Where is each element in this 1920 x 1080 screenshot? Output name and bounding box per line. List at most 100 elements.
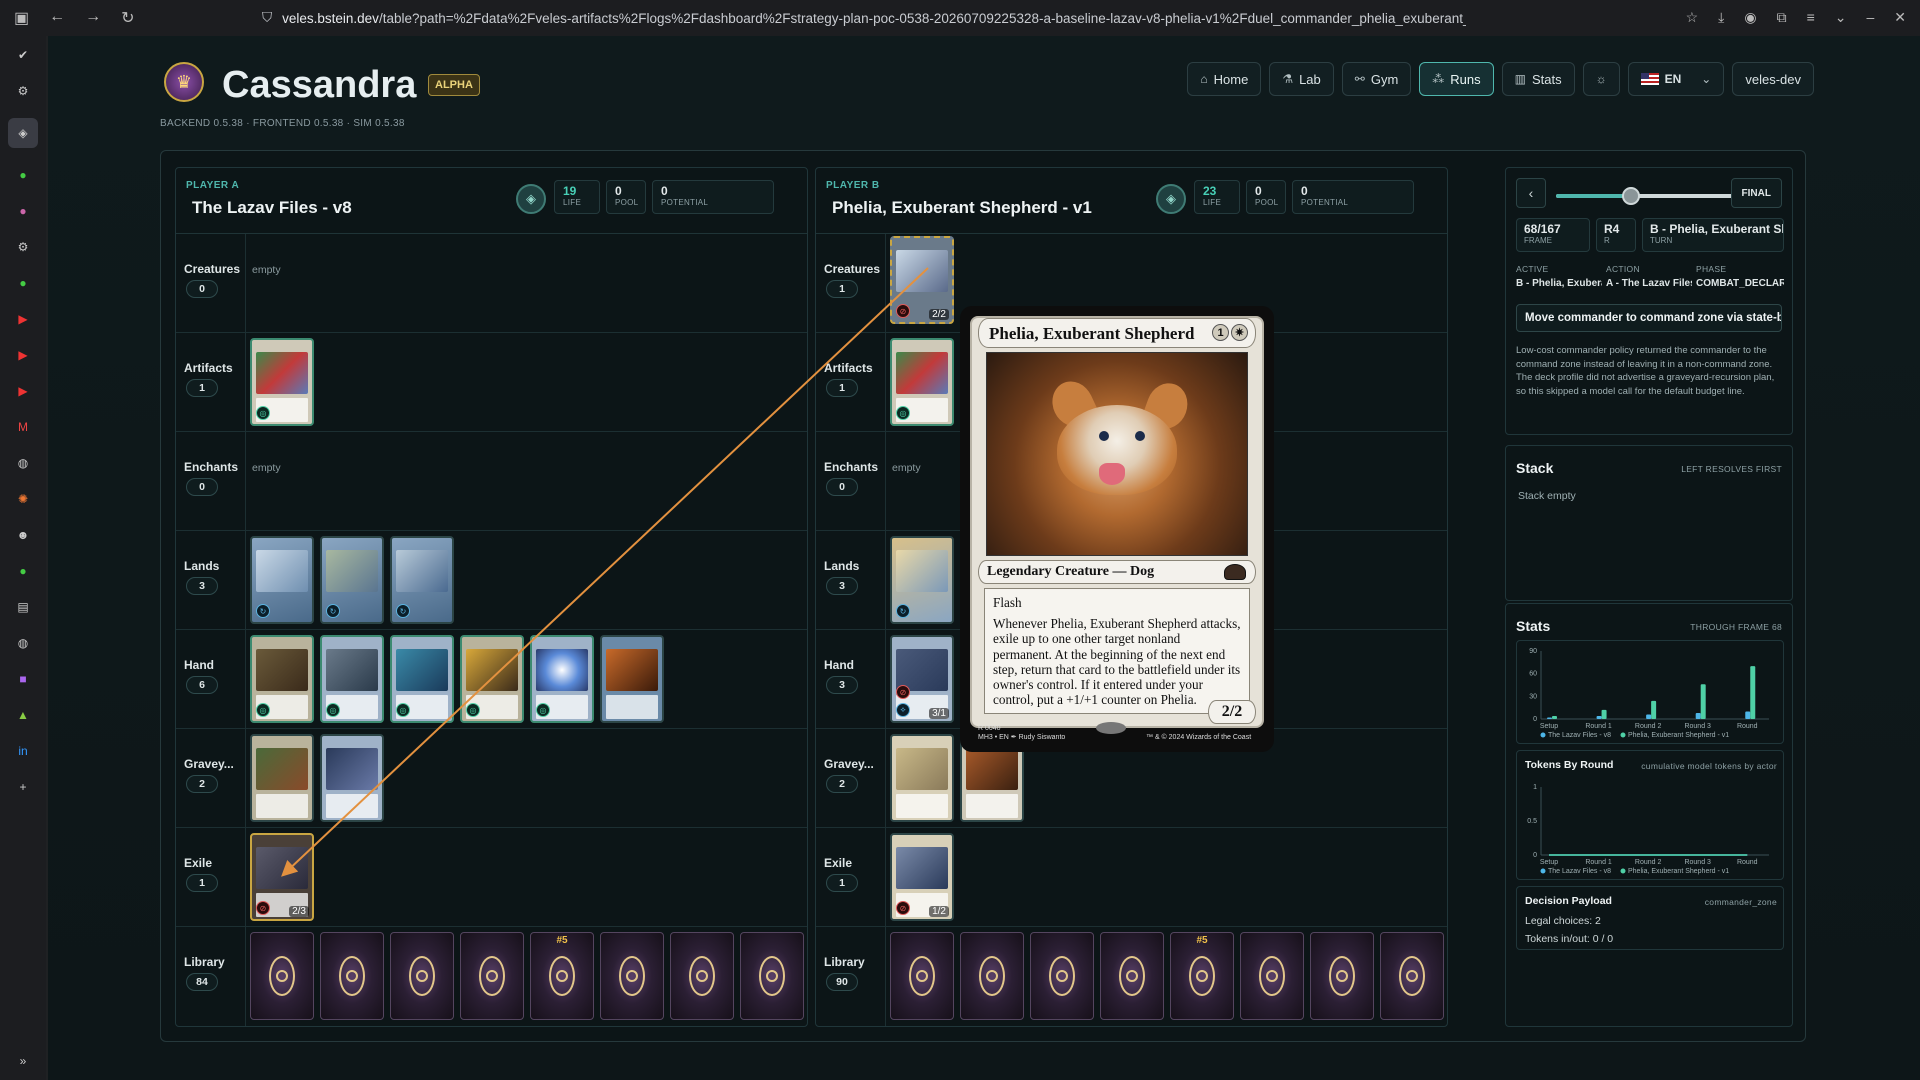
gear-icon[interactable]: ⚙ (14, 238, 32, 256)
user-button[interactable]: veles-dev (1732, 62, 1814, 96)
stack-box: Stack LEFT RESOLVES FIRST Stack empty (1505, 445, 1793, 601)
linkedin-icon[interactable]: in (14, 742, 32, 760)
card[interactable]: ⟡ ⊘ 3/1 (890, 635, 954, 723)
tab-icon[interactable]: ● (14, 274, 32, 292)
tab-icon[interactable]: ✔ (14, 46, 32, 64)
card[interactable]: ◎ (460, 635, 524, 723)
card[interactable]: ⊘ 2/3 (250, 833, 314, 921)
card[interactable] (320, 734, 384, 822)
library-card[interactable] (320, 932, 384, 1020)
player-b-avatar[interactable]: ◈ (1156, 184, 1186, 214)
card[interactable]: ◎ (320, 635, 384, 723)
card[interactable] (250, 734, 314, 822)
nav-home-button[interactable]: ⌂ Home (1187, 62, 1262, 96)
card[interactable]: ◎ (890, 338, 954, 426)
top-nav: ⌂ Home ⚗ Lab ⚯ Gym ⁂ Runs ▥ Stats ☼ EN ⌄ veles… (1187, 62, 1814, 96)
minimize-icon[interactable]: – (1866, 9, 1874, 26)
card[interactable]: ◎ (390, 635, 454, 723)
tab-icon[interactable]: ● (14, 166, 32, 184)
card[interactable]: ⊘ 2/2 (890, 236, 954, 324)
library-card[interactable] (1100, 932, 1164, 1020)
nav-gym-label: Gym (1370, 71, 1399, 87)
nav-lab-button[interactable]: ⚗ Lab (1269, 62, 1334, 96)
card[interactable]: ◎ (530, 635, 594, 723)
tab-icon[interactable]: ☻ (14, 526, 32, 544)
address-bar[interactable]: ⛉ veles.bstein.dev/table?path=%2Fdata%2F… (262, 7, 1466, 29)
library-card[interactable] (740, 932, 804, 1020)
tab-icon[interactable]: ▲ (14, 706, 32, 724)
frame-slider-knob[interactable] (1621, 187, 1640, 205)
close-icon[interactable]: ✕ (1894, 9, 1906, 26)
account-icon[interactable]: ◉ (1744, 9, 1756, 26)
youtube-icon[interactable]: ▶ (14, 346, 32, 364)
card[interactable]: ↻ (320, 536, 384, 624)
card[interactable]: ◎ (250, 635, 314, 723)
zone-name: Enchants (184, 460, 239, 474)
final-frame-button[interactable]: FINAL (1730, 178, 1782, 208)
card[interactable]: ↻ (890, 536, 954, 624)
bar (1651, 700, 1657, 719)
player-b-life-label: LIFE (1203, 198, 1222, 207)
frame-slider[interactable] (1556, 187, 1738, 205)
tab-icon[interactable]: ▤ (14, 598, 32, 616)
menu-icon[interactable]: ≡ (1807, 9, 1815, 26)
language-select[interactable]: EN ⌄ (1627, 62, 1725, 96)
gmail-icon[interactable]: M (14, 418, 32, 436)
card[interactable]: ◎ (250, 338, 314, 426)
download-icon[interactable]: ⤓ (1718, 9, 1724, 26)
gear-icon[interactable]: ⚙ (14, 82, 32, 100)
frame-label: FRAME (1524, 236, 1552, 245)
chevron-down-icon[interactable]: ⌄ (1835, 9, 1847, 26)
card[interactable] (890, 734, 954, 822)
zone-name: Hand (824, 658, 854, 672)
library-card[interactable] (670, 932, 734, 1020)
tab-icon[interactable]: ● (14, 562, 32, 580)
library-card[interactable] (1030, 932, 1094, 1020)
tab-icon[interactable]: ● (14, 202, 32, 220)
card-back-eye-icon (759, 956, 785, 996)
sidebar-toggle-icon[interactable]: ▣ (14, 8, 29, 28)
site-info-icon[interactable]: ⛉ (262, 10, 272, 26)
nav-runs-button[interactable]: ⁂ Runs (1419, 62, 1494, 96)
library-card[interactable]: #5 (1170, 932, 1234, 1020)
reload-icon[interactable]: ↻ (121, 8, 134, 28)
library-card[interactable] (600, 932, 664, 1020)
cassandra-tab-icon[interactable]: ◈ (8, 118, 38, 148)
turn-indicator: B - Phelia, Exuberant ShepherdTURN (1642, 218, 1784, 252)
library-card[interactable]: #5 (530, 932, 594, 1020)
nav-stats-button[interactable]: ▥ Stats (1501, 62, 1575, 96)
library-card[interactable] (1240, 932, 1304, 1020)
library-card[interactable] (1310, 932, 1374, 1020)
card[interactable]: ↻ (390, 536, 454, 624)
library-card[interactable] (460, 932, 524, 1020)
library-card[interactable] (390, 932, 454, 1020)
library-card[interactable] (250, 932, 314, 1020)
prev-frame-button[interactable]: ‹ (1516, 178, 1546, 208)
theme-toggle-button[interactable]: ☼ (1582, 62, 1620, 96)
nav-gym-button[interactable]: ⚯ Gym (1341, 62, 1412, 96)
globe-icon[interactable]: ◍ (14, 634, 32, 652)
y-tick-label: 0.5 (1527, 818, 1537, 825)
tab-icon[interactable]: ■ (14, 670, 32, 688)
add-tab-icon[interactable]: + (14, 778, 32, 796)
library-card[interactable] (1380, 932, 1444, 1020)
app-title: Cassandra (222, 64, 417, 106)
card[interactable]: ↻ (250, 536, 314, 624)
back-icon[interactable]: ← (49, 8, 65, 28)
expand-sidebar-icon[interactable]: » (14, 1052, 32, 1070)
y-tick-label: 60 (1529, 671, 1537, 678)
library-card[interactable] (890, 932, 954, 1020)
tab-icon[interactable]: ✺ (14, 490, 32, 508)
card[interactable] (600, 635, 664, 723)
player-a-avatar[interactable]: ◈ (516, 184, 546, 214)
card[interactable]: ⊘ 1/2 (890, 833, 954, 921)
extensions-icon[interactable]: ⧉ (1777, 9, 1787, 26)
forward-icon[interactable]: → (85, 8, 101, 28)
youtube-icon[interactable]: ▶ (14, 310, 32, 328)
library-card[interactable] (960, 932, 1024, 1020)
youtube-icon[interactable]: ▶ (14, 382, 32, 400)
payload-title: Decision Payload (1525, 895, 1612, 907)
globe-icon[interactable]: ◍ (14, 454, 32, 472)
bookmark-star-icon[interactable]: ☆ (1686, 9, 1699, 26)
zone-count: 1 (186, 379, 218, 397)
